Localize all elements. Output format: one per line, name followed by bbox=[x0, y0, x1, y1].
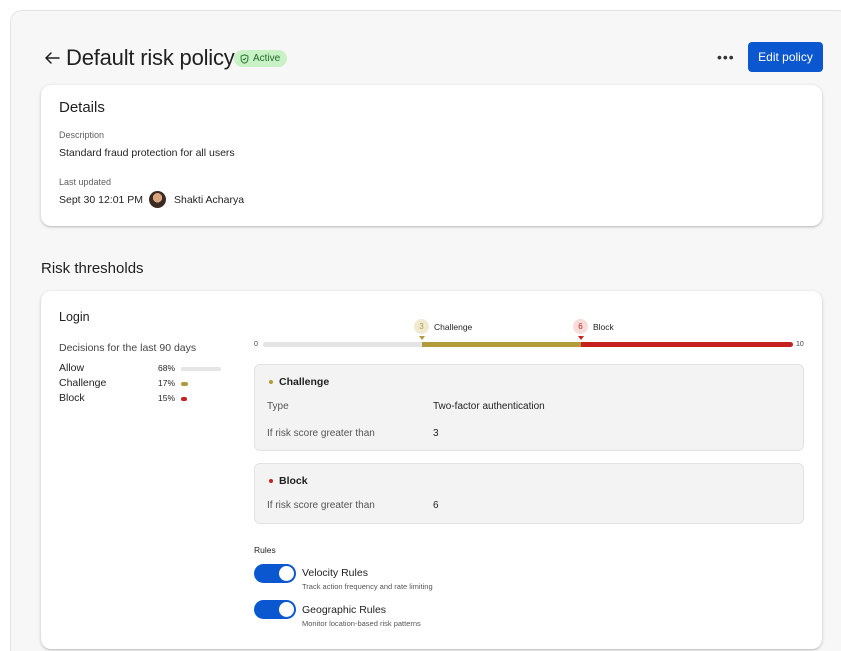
risk-thresholds-heading: Risk thresholds bbox=[41, 260, 144, 277]
decision-bar bbox=[181, 367, 208, 371]
threshold-track bbox=[263, 342, 793, 347]
decision-name: Allow bbox=[59, 362, 85, 374]
decision-percent: 17% bbox=[158, 378, 176, 388]
description-label: Description bbox=[59, 130, 105, 140]
decision-bar bbox=[181, 382, 188, 386]
decision-bar bbox=[181, 397, 187, 401]
challenge-marker-arrow-icon bbox=[419, 336, 425, 340]
avatar bbox=[149, 191, 166, 208]
challenge-title: Challenge bbox=[269, 376, 329, 388]
geographic-rules-description: Monitor location-based risk patterns bbox=[302, 619, 421, 628]
challenge-threshold-label: If risk score greater than bbox=[267, 428, 375, 439]
block-dot-icon bbox=[269, 479, 273, 483]
block-threshold-badge: 6 bbox=[573, 319, 588, 334]
block-title: Block bbox=[269, 475, 308, 487]
login-title: Login bbox=[59, 310, 90, 324]
decisions-heading: Decisions for the last 90 days bbox=[59, 342, 197, 354]
decision-name: Block bbox=[59, 392, 85, 404]
updated-by-name: Shakti Acharya bbox=[174, 194, 245, 206]
last-updated-value: Sept 30 12:01 PM bbox=[59, 194, 144, 206]
rules-heading: Rules bbox=[254, 545, 276, 555]
decision-row-block: Block 15% bbox=[59, 392, 229, 406]
details-card: Details Description Standard fraud prote… bbox=[41, 85, 822, 226]
description-value: Standard fraud protection for all users bbox=[59, 147, 235, 159]
decision-row-allow: Allow 68% bbox=[59, 362, 229, 376]
edit-policy-button[interactable]: Edit policy bbox=[748, 42, 823, 72]
challenge-threshold-badge: 3 bbox=[414, 319, 429, 334]
block-threshold-value: 6 bbox=[433, 500, 439, 511]
status-badge-label: Active bbox=[253, 53, 281, 64]
challenge-segment bbox=[422, 342, 581, 347]
challenge-marker-label: Challenge bbox=[434, 322, 473, 332]
status-badge: Active bbox=[234, 50, 288, 67]
block-title-text: Block bbox=[279, 475, 308, 487]
geographic-rules-name: Geographic Rules bbox=[302, 604, 387, 616]
shield-check-icon bbox=[240, 53, 249, 64]
decision-percent: 15% bbox=[158, 393, 176, 403]
block-marker-label: Block bbox=[593, 322, 614, 332]
velocity-rules-description: Track action frequency and rate limiting bbox=[302, 582, 433, 591]
block-threshold-label: If risk score greater than bbox=[267, 500, 375, 511]
challenge-dot-icon bbox=[269, 380, 273, 384]
decision-row-challenge: Challenge 17% bbox=[59, 377, 229, 391]
decision-name: Challenge bbox=[59, 377, 107, 389]
challenge-card: Challenge Type Two-factor authentication… bbox=[254, 364, 804, 451]
details-title: Details bbox=[59, 99, 105, 116]
last-updated-label: Last updated bbox=[59, 177, 112, 187]
scale-max-label: 10 bbox=[796, 341, 804, 348]
type-label: Type bbox=[267, 401, 289, 412]
velocity-rules-toggle[interactable] bbox=[254, 564, 296, 583]
block-card: Block If risk score greater than 6 bbox=[254, 463, 804, 524]
decision-percent: 68% bbox=[158, 363, 176, 373]
toggle-knob bbox=[279, 602, 294, 617]
back-arrow-icon[interactable] bbox=[44, 50, 60, 66]
scale-min-label: 0 bbox=[254, 341, 258, 348]
login-card: Login Decisions for the last 90 days All… bbox=[41, 291, 822, 649]
challenge-threshold-value: 3 bbox=[433, 428, 439, 439]
type-value: Two-factor authentication bbox=[433, 401, 545, 412]
velocity-rules-name: Velocity Rules bbox=[302, 567, 368, 579]
more-options-button[interactable]: ••• bbox=[717, 50, 735, 64]
block-marker-arrow-icon bbox=[578, 336, 584, 340]
challenge-title-text: Challenge bbox=[279, 376, 330, 388]
toggle-knob bbox=[279, 566, 294, 581]
page-title: Default risk policy bbox=[66, 45, 235, 70]
block-segment bbox=[581, 342, 793, 347]
geographic-rules-toggle[interactable] bbox=[254, 600, 296, 619]
